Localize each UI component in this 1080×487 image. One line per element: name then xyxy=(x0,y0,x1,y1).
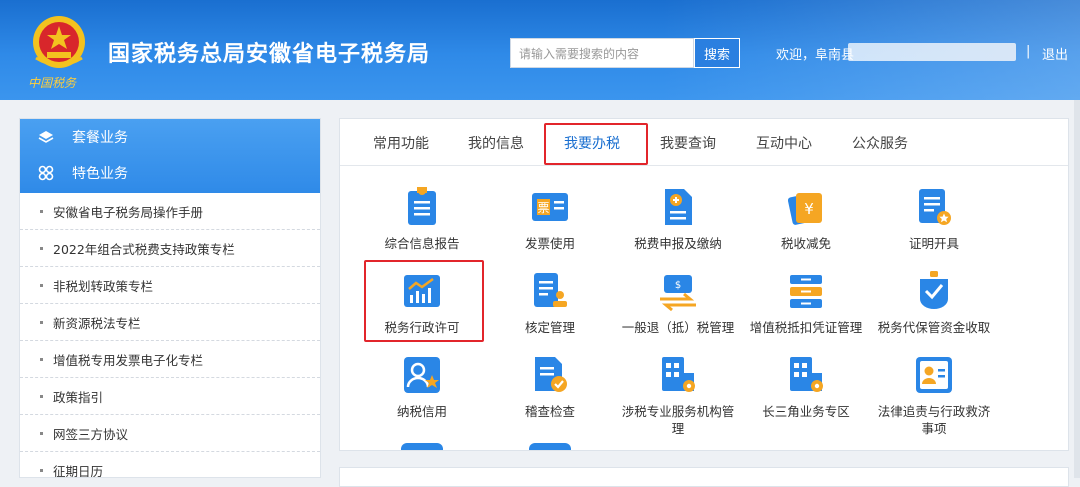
sidebar-list: 安徽省电子税务局操作手册 2022年组合式税费支持政策专栏 非税划转政策专栏 新… xyxy=(20,193,320,477)
sidebar-item-package[interactable]: 套餐业务 xyxy=(20,119,320,155)
tile-label: 税务行政许可 xyxy=(384,320,460,335)
sidebar-item-featured[interactable]: 特色业务 xyxy=(20,155,320,191)
approval-management-icon xyxy=(534,273,567,307)
emblem-caption: 中国税务 xyxy=(28,76,77,90)
tile-label: 税务代保管资金收取 xyxy=(877,320,991,335)
tax-credit-icon xyxy=(404,357,440,393)
tile-invoice[interactable]: 票 发票使用 xyxy=(485,185,615,252)
bullet-icon xyxy=(40,431,43,435)
sidebar-link[interactable]: 增值税专用发票电子化专栏 xyxy=(20,341,320,378)
custody-fund-icon xyxy=(920,271,948,309)
tab-my-info[interactable]: 我的信息 xyxy=(468,133,524,153)
tile-admin-permit[interactable]: 税务行政许可 xyxy=(357,269,487,336)
tile-tax-credit[interactable]: 纳税信用 xyxy=(357,353,487,420)
tile-label: 增值税抵扣凭证管理 xyxy=(749,320,863,335)
tile-label: 纳税信用 xyxy=(396,404,447,419)
grid-icon xyxy=(38,165,54,181)
tile-tax-refund[interactable]: $ 一般退（抵）税管理 xyxy=(613,269,743,336)
admin-permit-chart-icon xyxy=(404,275,440,307)
bullet-icon xyxy=(40,320,43,324)
tile-label: 综合信息报告 xyxy=(384,236,460,251)
sidebar-link[interactable]: 非税划转政策专栏 xyxy=(20,267,320,304)
tile-declare-pay[interactable]: 税费申报及缴纳 xyxy=(613,185,743,252)
tile-label: 证明开具 xyxy=(908,236,959,251)
document-report-icon xyxy=(408,187,436,225)
sidebar-link[interactable]: 2022年组合式税费支持政策专栏 xyxy=(20,230,320,267)
tile-label: 发票使用 xyxy=(524,236,575,251)
bullet-icon xyxy=(40,394,43,398)
tile-inspection[interactable]: 稽查检查 xyxy=(485,353,615,420)
tile-label: 长三角业务专区 xyxy=(762,404,850,419)
page-scrollbar[interactable] xyxy=(1074,100,1080,478)
declare-pay-icon xyxy=(665,189,692,225)
yangtze-delta-icon xyxy=(790,357,823,392)
tile-label: 涉税专业服务机构管理 xyxy=(621,404,735,436)
welcome-text: 欢迎，阜南县 xyxy=(776,48,855,63)
invoice-icon: 票 xyxy=(532,193,568,221)
tile-service-agency[interactable]: 涉税专业服务机构管理 xyxy=(613,353,743,437)
tab-bar: 常用功能 我的信息 我要办税 我要查询 互动中心 公众服务 xyxy=(340,119,1068,166)
bullet-icon xyxy=(40,246,43,250)
legal-relief-icon xyxy=(916,357,952,393)
sidebar-link[interactable]: 新资源税法专栏 xyxy=(20,304,320,341)
tile-legal-relief[interactable]: 法律追责与行政救济事项 xyxy=(869,353,999,437)
sidebar-head-label: 特色业务 xyxy=(72,166,128,182)
redacted-username xyxy=(848,43,1016,61)
tile-label: 一般退（抵）税管理 xyxy=(621,320,735,335)
search-placeholder: 请输入需要搜索的内容 xyxy=(519,46,640,61)
sidebar-link[interactable]: 征期日历 xyxy=(20,452,320,477)
bullet-icon xyxy=(40,209,43,213)
sidebar: 套餐业务 特色业务 安徽省电子税务局操作手册 2022年组合式税费支持政策专栏 … xyxy=(19,118,321,478)
tax-relief-icon: ¥ xyxy=(787,193,822,225)
site-title: 国家税务总局安徽省电子税务局 xyxy=(108,42,431,67)
svg-text:¥: ¥ xyxy=(804,200,814,218)
search-button[interactable]: 搜索 xyxy=(694,38,740,68)
lower-panel xyxy=(339,467,1069,487)
sidebar-head-label: 套餐业务 xyxy=(72,130,128,146)
partial-tile-icon xyxy=(401,443,443,450)
tile-certificate[interactable]: 证明开具 xyxy=(869,185,999,252)
tab-public-service[interactable]: 公众服务 xyxy=(852,133,908,153)
bullet-icon xyxy=(40,357,43,361)
bullet-icon xyxy=(40,468,43,472)
tile-label: 税费申报及缴纳 xyxy=(634,236,722,251)
tile-custody-fund[interactable]: 税务代保管资金收取 xyxy=(869,269,999,336)
main-panel: 常用功能 我的信息 我要办税 我要查询 互动中心 公众服务 综合信息报告 票 发… xyxy=(339,118,1069,451)
sidebar-link[interactable]: 安徽省电子税务局操作手册 xyxy=(20,193,320,230)
tile-vat-deduction[interactable]: 增值税抵扣凭证管理 xyxy=(741,269,871,336)
tile-approval-management[interactable]: 核定管理 xyxy=(485,269,615,336)
tab-highlight-box xyxy=(544,123,648,165)
logout-link[interactable]: 退出 xyxy=(1042,44,1068,63)
tile-tax-relief[interactable]: ¥ 税收减免 xyxy=(741,185,871,252)
svg-text:$: $ xyxy=(675,280,681,291)
tile-label: 稽查检查 xyxy=(524,404,575,419)
tile-comprehensive-report[interactable]: 综合信息报告 xyxy=(357,185,487,252)
tab-interaction[interactable]: 互动中心 xyxy=(756,133,812,153)
partial-tile-icon xyxy=(529,443,571,450)
national-emblem-icon xyxy=(33,16,85,68)
sidebar-link[interactable]: 政策指引 xyxy=(20,378,320,415)
sidebar-head: 套餐业务 特色业务 xyxy=(20,119,320,193)
service-agency-icon xyxy=(662,357,695,392)
tile-label: 税收减免 xyxy=(780,236,831,251)
search-input[interactable]: 请输入需要搜索的内容 xyxy=(510,38,694,68)
vat-deduction-icon xyxy=(790,275,822,308)
tab-query[interactable]: 我要查询 xyxy=(660,133,716,153)
tax-refund-icon: $ xyxy=(660,275,696,312)
site-header: 中国税务 国家税务总局安徽省电子税务局 请输入需要搜索的内容 搜索 欢迎，阜南县… xyxy=(0,0,1080,100)
tab-common[interactable]: 常用功能 xyxy=(373,133,429,153)
tile-label: 法律追责与行政救济事项 xyxy=(877,404,991,436)
sidebar-link[interactable]: 网签三方协议 xyxy=(20,415,320,452)
header-separator: | xyxy=(1026,44,1031,59)
inspection-icon xyxy=(535,357,567,392)
tile-label: 核定管理 xyxy=(524,320,575,335)
tile-yangtze-delta[interactable]: 长三角业务专区 xyxy=(741,353,871,420)
bullet-icon xyxy=(40,283,43,287)
certificate-icon xyxy=(919,189,951,225)
layers-icon xyxy=(38,131,54,143)
svg-text:票: 票 xyxy=(537,201,549,215)
